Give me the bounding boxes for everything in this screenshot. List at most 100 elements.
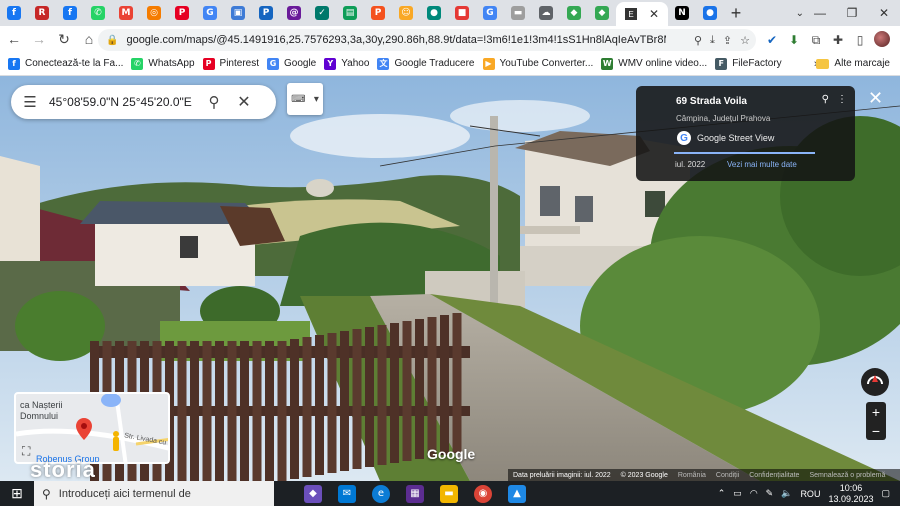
tab[interactable]: @ <box>280 1 308 25</box>
tab[interactable]: R <box>28 1 56 25</box>
search-icon[interactable]: ⚲ <box>199 93 229 111</box>
teal-icon: ● <box>427 6 441 20</box>
bookmark-item[interactable]: P Pinterest <box>202 57 259 70</box>
extension-download-icon[interactable]: ⬇ <box>786 33 802 47</box>
lock-icon[interactable]: 🔒 <box>106 35 118 46</box>
maximize-button[interactable]: ❐ <box>836 0 868 26</box>
sidebar-icon[interactable]: ▯ <box>852 33 868 47</box>
new-tab-button[interactable]: + <box>724 3 748 24</box>
tab[interactable]: ✆ <box>84 1 112 25</box>
hamburger-menu-icon[interactable]: ☰ <box>11 93 49 111</box>
home-button[interactable]: ⌂ <box>78 28 100 50</box>
tray-chevron-icon[interactable]: ⌃ <box>718 488 726 499</box>
bookmark-item[interactable]: W WMV online video... <box>601 57 707 70</box>
tab[interactable]: ▬ <box>504 1 532 25</box>
tab[interactable]: P <box>364 1 392 25</box>
minimize-button[interactable]: — <box>804 0 836 26</box>
country-link[interactable]: România <box>678 472 706 479</box>
bookmark-item[interactable]: F FileFactory <box>715 57 782 70</box>
bookmark-item[interactable]: Y Yahoo <box>324 57 369 70</box>
bookmark-item[interactable]: 文 Google Traducere <box>377 57 475 70</box>
compass-button[interactable] <box>861 368 889 396</box>
minimap[interactable]: ca Nașterii Domnului Str. Livada cu Robe… <box>14 392 170 464</box>
menu-kebab-icon[interactable]: ⋮ <box>896 33 900 47</box>
tab[interactable]: M <box>112 1 140 25</box>
tab[interactable]: G <box>196 1 224 25</box>
forward-button[interactable]: → <box>28 28 50 50</box>
bookmark-star-icon[interactable]: ☆ <box>740 34 750 47</box>
back-button[interactable]: ← <box>3 28 25 50</box>
street-view-viewport[interactable]: ☰ 45°08'59.0"N 25°45'20.0"E ⚲ ✕ ⌨ ▾ 69 S… <box>0 76 900 481</box>
share-icon[interactable]: ⇪ <box>723 34 732 47</box>
notifications-icon[interactable]: ▢ <box>881 488 890 499</box>
address-bar[interactable]: 🔒 google.com/maps/@45.1491916,25.7576293… <box>98 29 756 51</box>
tab[interactable]: ☁ <box>532 1 560 25</box>
whatsapp-icon: ✆ <box>91 6 105 20</box>
close-tab-icon[interactable]: ✕ <box>649 7 659 21</box>
tab[interactable]: ◆ <box>588 1 616 25</box>
clear-search-icon[interactable]: ✕ <box>229 92 259 112</box>
tab[interactable]: f <box>56 1 84 25</box>
tab[interactable]: ● <box>420 1 448 25</box>
close-window-button[interactable]: ✕ <box>868 0 900 26</box>
tab[interactable]: N <box>668 1 696 25</box>
network-icon[interactable]: ▭ <box>733 488 742 499</box>
bookmark-item[interactable]: f Conectează-te la Fa... <box>8 57 123 70</box>
url-text[interactable]: google.com/maps/@45.1491916,25.7576293,3… <box>126 34 666 46</box>
tab[interactable]: ☺ <box>392 1 420 25</box>
chrome-icon[interactable]: ◉ <box>474 484 492 503</box>
tab[interactable]: ✓ <box>308 1 336 25</box>
location-pin-icon[interactable]: ⚲ <box>694 34 702 47</box>
tab[interactable]: ▤ <box>336 1 364 25</box>
zoom-out-button[interactable]: − <box>872 423 880 439</box>
keyboard-shortcuts-button[interactable]: ⌨ ▾ <box>287 83 323 115</box>
wifi-icon[interactable]: ◠ <box>750 488 758 499</box>
language-indicator[interactable]: ROU <box>800 489 820 499</box>
profile-avatar[interactable] <box>874 30 890 50</box>
terms-link[interactable]: Condiții <box>716 472 739 479</box>
start-button[interactable]: ⊞ <box>0 485 34 502</box>
search-input[interactable]: 45°08'59.0"N 25°45'20.0"E <box>49 95 199 109</box>
other-bookmarks-folder[interactable]: Alte marcaje <box>816 58 890 69</box>
install-app-icon[interactable]: ⤓ <box>710 34 715 47</box>
tab[interactable]: P <box>252 1 280 25</box>
task-view-icon[interactable]: ◆ <box>304 484 322 503</box>
active-tab[interactable]: E ✕ <box>616 2 668 26</box>
bookmark-item[interactable]: ▶ YouTube Converter... <box>482 57 593 70</box>
system-clock[interactable]: 10:06 13.09.2023 <box>828 483 873 505</box>
extension-check-icon[interactable]: ✔ <box>764 33 780 47</box>
pin-icon[interactable]: ⚲ <box>822 94 829 105</box>
store-icon[interactable]: ▦ <box>406 484 424 503</box>
reload-button[interactable]: ↻ <box>53 28 75 50</box>
extension-frame-icon[interactable]: ⧉ <box>808 33 824 48</box>
tab[interactable]: ▣ <box>224 1 252 25</box>
more-options-icon[interactable]: ⋮ <box>837 94 847 105</box>
photos-icon[interactable]: ▲ <box>508 484 526 503</box>
tab[interactable]: ◎ <box>140 1 168 25</box>
pen-icon[interactable]: ✎ <box>766 488 774 499</box>
maps-search-box[interactable]: ☰ 45°08'59.0"N 25°45'20.0"E ⚲ ✕ <box>11 85 276 119</box>
mail-icon[interactable]: ✉ <box>338 484 356 503</box>
google-icon: G <box>483 6 497 20</box>
tab[interactable]: P <box>168 1 196 25</box>
tab[interactable]: G <box>476 1 504 25</box>
file-explorer-icon[interactable]: ▬ <box>440 484 458 503</box>
tab-search-dropdown-icon[interactable]: ⌄ <box>796 0 804 26</box>
taskbar-search[interactable]: ⚲ Introduceți aici termenul de <box>34 481 274 506</box>
see-more-dates-link[interactable]: Vezi mai multe date <box>727 160 797 169</box>
privacy-link[interactable]: Confidențialitate <box>749 472 799 479</box>
close-street-view-icon[interactable]: ✕ <box>868 88 883 109</box>
tab[interactable]: ● <box>696 1 724 25</box>
zoom-in-button[interactable]: + <box>872 404 880 420</box>
bookmark-item[interactable]: ✆ WhatsApp <box>131 57 195 70</box>
volume-icon[interactable]: 🔈 <box>781 488 792 499</box>
tab[interactable]: f <box>0 1 28 25</box>
tab[interactable]: ■ <box>448 1 476 25</box>
bookmark-item[interactable]: G Google <box>267 57 316 70</box>
pinned-apps: ◆ ✉ e ▦ ▬ ◉ ▲ <box>304 484 526 503</box>
street-view-source: G Google Street View <box>677 131 774 145</box>
tab[interactable]: ◆ <box>560 1 588 25</box>
report-problem-link[interactable]: Semnalează o problemă <box>809 472 885 479</box>
edge-icon[interactable]: e <box>372 484 390 503</box>
extensions-puzzle-icon[interactable]: ✚ <box>830 33 846 47</box>
